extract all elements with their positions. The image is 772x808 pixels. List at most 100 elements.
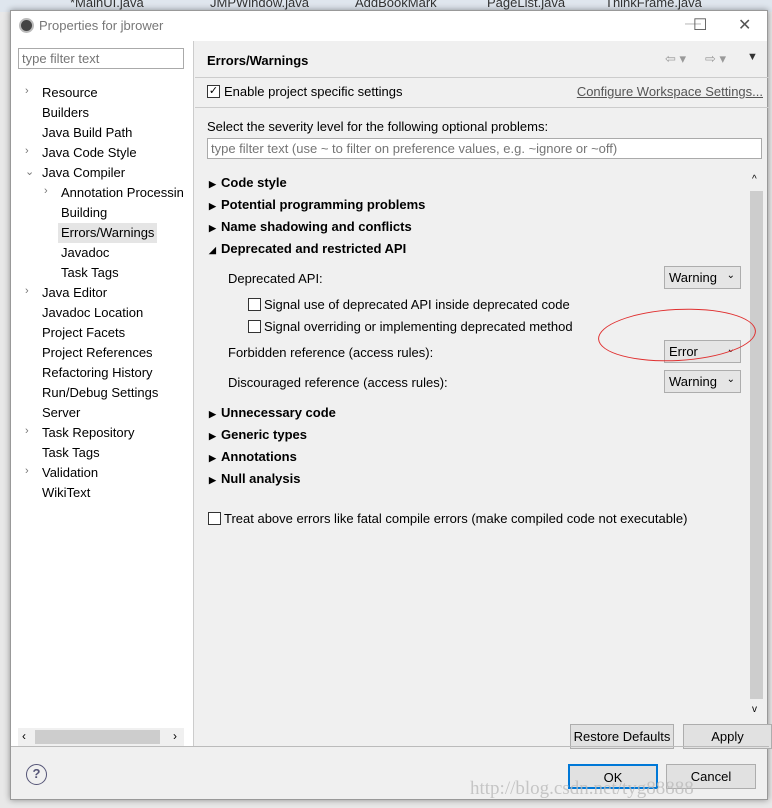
sidebar-item[interactable]: Server <box>39 403 83 423</box>
forbidden-label: Forbidden reference (access rules): <box>228 345 434 360</box>
sidebar-item[interactable]: Building <box>58 203 110 223</box>
sidebar-item-label: WikiText <box>42 485 91 500</box>
chevron-right-icon[interactable]: › <box>25 465 29 477</box>
window-title: Properties for jbrower <box>39 18 164 33</box>
section-header[interactable]: ▶ Generic types <box>209 427 307 442</box>
vertical-scrollbar[interactable]: ^ v <box>748 174 765 719</box>
sidebar-filter-input[interactable] <box>18 48 184 69</box>
editor-tab[interactable]: *MainUI.java <box>70 0 144 10</box>
watermark: http://blog.csdn.net/tyg88888 <box>470 778 694 799</box>
sidebar-item[interactable]: Builders <box>39 103 92 123</box>
main-panel: Errors/Warnings ⇦ ▾ ⇨ ▾ ▼ ✓ Enable proje… <box>195 41 772 749</box>
maximize-button[interactable]: ☐ <box>693 15 707 35</box>
sidebar-item[interactable]: Resource <box>39 83 101 103</box>
forward-icon[interactable]: ⇨ ▾ <box>705 51 726 67</box>
section-deprecated[interactable]: ◢ Deprecated and restricted API <box>209 241 406 256</box>
sidebar-item[interactable]: WikiText <box>39 483 93 503</box>
check1-label: Signal use of deprecated API inside depr… <box>264 297 570 312</box>
sidebar-item[interactable]: Refactoring History <box>39 363 156 383</box>
sidebar-item[interactable]: Java Editor <box>39 283 110 303</box>
collapsed-arrow-icon: ▶ <box>209 201 216 211</box>
chevron-right-icon[interactable]: › <box>44 185 48 197</box>
collapsed-arrow-icon: ▶ <box>209 453 216 463</box>
section-header[interactable]: ▶ Potential programming problems <box>209 197 425 212</box>
sidebar-item[interactable]: Java Build Path <box>39 123 135 143</box>
scroll-up-icon[interactable]: ^ <box>752 174 757 185</box>
sidebar-item[interactable]: Javadoc Location <box>39 303 146 323</box>
instruction-text: Select the severity level for the follow… <box>207 119 549 134</box>
sidebar-item-label: Resource <box>42 85 98 100</box>
collapsed-arrow-icon: ▶ <box>209 179 216 189</box>
page-title: Errors/Warnings <box>207 53 309 68</box>
severity-filter-input[interactable] <box>207 138 762 159</box>
horizontal-scrollbar[interactable]: ‹ › <box>18 728 184 746</box>
sidebar-item-label: Javadoc <box>61 245 110 260</box>
section-label: Annotations <box>221 449 297 464</box>
editor-tab[interactable]: AddBookMark <box>355 0 437 10</box>
editor-tab[interactable]: JMPWindow.java <box>210 0 309 10</box>
sidebar-item[interactable]: Task Tags <box>58 263 122 283</box>
select-value: Warning <box>669 374 717 389</box>
chevron-right-icon[interactable]: › <box>25 425 29 437</box>
deprecated-inside-checkbox[interactable] <box>248 298 261 311</box>
sidebar-item-label: Annotation Processin <box>61 185 184 200</box>
section-label: Potential programming problems <box>221 197 426 212</box>
sidebar-item[interactable]: Errors/Warnings <box>58 223 158 243</box>
sidebar-item[interactable]: Run/Debug Settings <box>39 383 161 403</box>
sidebar-item-label: Errors/Warnings <box>61 225 155 240</box>
collapsed-arrow-icon: ▶ <box>209 223 216 233</box>
scrollbar-thumb[interactable] <box>750 191 763 699</box>
section-header[interactable]: ▶ Name shadowing and conflicts <box>209 219 412 234</box>
enable-project-settings-checkbox[interactable]: ✓ <box>207 85 220 98</box>
discouraged-label: Discouraged reference (access rules): <box>228 375 448 390</box>
section-header[interactable]: ▶ Code style <box>209 175 287 190</box>
chevron-right-icon[interactable]: › <box>25 85 29 97</box>
sidebar-item[interactable]: Task Tags <box>39 443 103 463</box>
menu-icon[interactable]: ▼ <box>747 51 758 63</box>
sidebar-item[interactable]: Validation <box>39 463 101 483</box>
sidebar-item[interactable]: Project References <box>39 343 156 363</box>
sidebar-item-label: Task Tags <box>42 445 100 460</box>
section-label: Unnecessary code <box>221 405 336 420</box>
deprecated-override-checkbox[interactable] <box>248 320 261 333</box>
section-label: Generic types <box>221 427 307 442</box>
deprecated-api-select[interactable]: Warning ⌄ <box>664 266 741 289</box>
configure-workspace-link[interactable]: Configure Workspace Settings... <box>577 84 763 99</box>
editor-tab[interactable]: PageList.java <box>487 0 565 10</box>
sidebar-item[interactable]: Java Code Style <box>39 143 140 163</box>
sidebar-item-label: Run/Debug Settings <box>42 385 159 400</box>
sidebar-item-label: Server <box>42 405 81 420</box>
section-header[interactable]: ▶ Unnecessary code <box>209 405 336 420</box>
sidebar-item[interactable]: Task Repository <box>39 423 137 443</box>
enable-label: Enable project specific settings <box>224 84 403 99</box>
sidebar-item[interactable]: Project Facets <box>39 323 128 343</box>
section-label: Name shadowing and conflicts <box>221 219 412 234</box>
sidebar-item-label: Task Tags <box>61 265 119 280</box>
editor-tab[interactable]: ThinkFrame.java <box>605 0 702 10</box>
scroll-right-icon[interactable]: › <box>173 729 177 743</box>
scroll-down-icon[interactable]: v <box>752 704 757 715</box>
section-header[interactable]: ▶ Annotations <box>209 449 297 464</box>
expanded-arrow-icon: ◢ <box>209 245 216 255</box>
chevron-right-icon[interactable]: › <box>25 285 29 297</box>
scroll-left-icon[interactable]: ‹ <box>22 729 26 743</box>
scrollbar-thumb[interactable] <box>35 730 160 744</box>
sidebar-item[interactable]: Annotation Processin <box>58 183 187 203</box>
sidebar-item-label: Building <box>61 205 108 220</box>
chevron-down-icon[interactable]: ⌄ <box>25 165 34 178</box>
section-label: Code style <box>221 175 287 190</box>
fatal-errors-checkbox[interactable] <box>208 512 221 525</box>
back-icon[interactable]: ⇦ ▾ <box>665 51 686 67</box>
discouraged-reference-select[interactable]: Warning ⌄ <box>664 370 741 393</box>
section-label: Null analysis <box>221 471 301 486</box>
chevron-down-icon: ⌄ <box>726 374 735 385</box>
sidebar-item[interactable]: Javadoc <box>58 243 112 263</box>
section-header[interactable]: ▶ Null analysis <box>209 471 300 486</box>
close-button[interactable]: ✕ <box>738 15 751 35</box>
chevron-down-icon: ⌄ <box>726 270 735 281</box>
sidebar-item-label: Task Repository <box>42 425 135 440</box>
collapsed-arrow-icon: ▶ <box>209 409 216 419</box>
chevron-right-icon[interactable]: › <box>25 145 29 157</box>
help-icon[interactable]: ? <box>26 764 47 785</box>
sidebar-item[interactable]: Java Compiler <box>39 163 128 183</box>
